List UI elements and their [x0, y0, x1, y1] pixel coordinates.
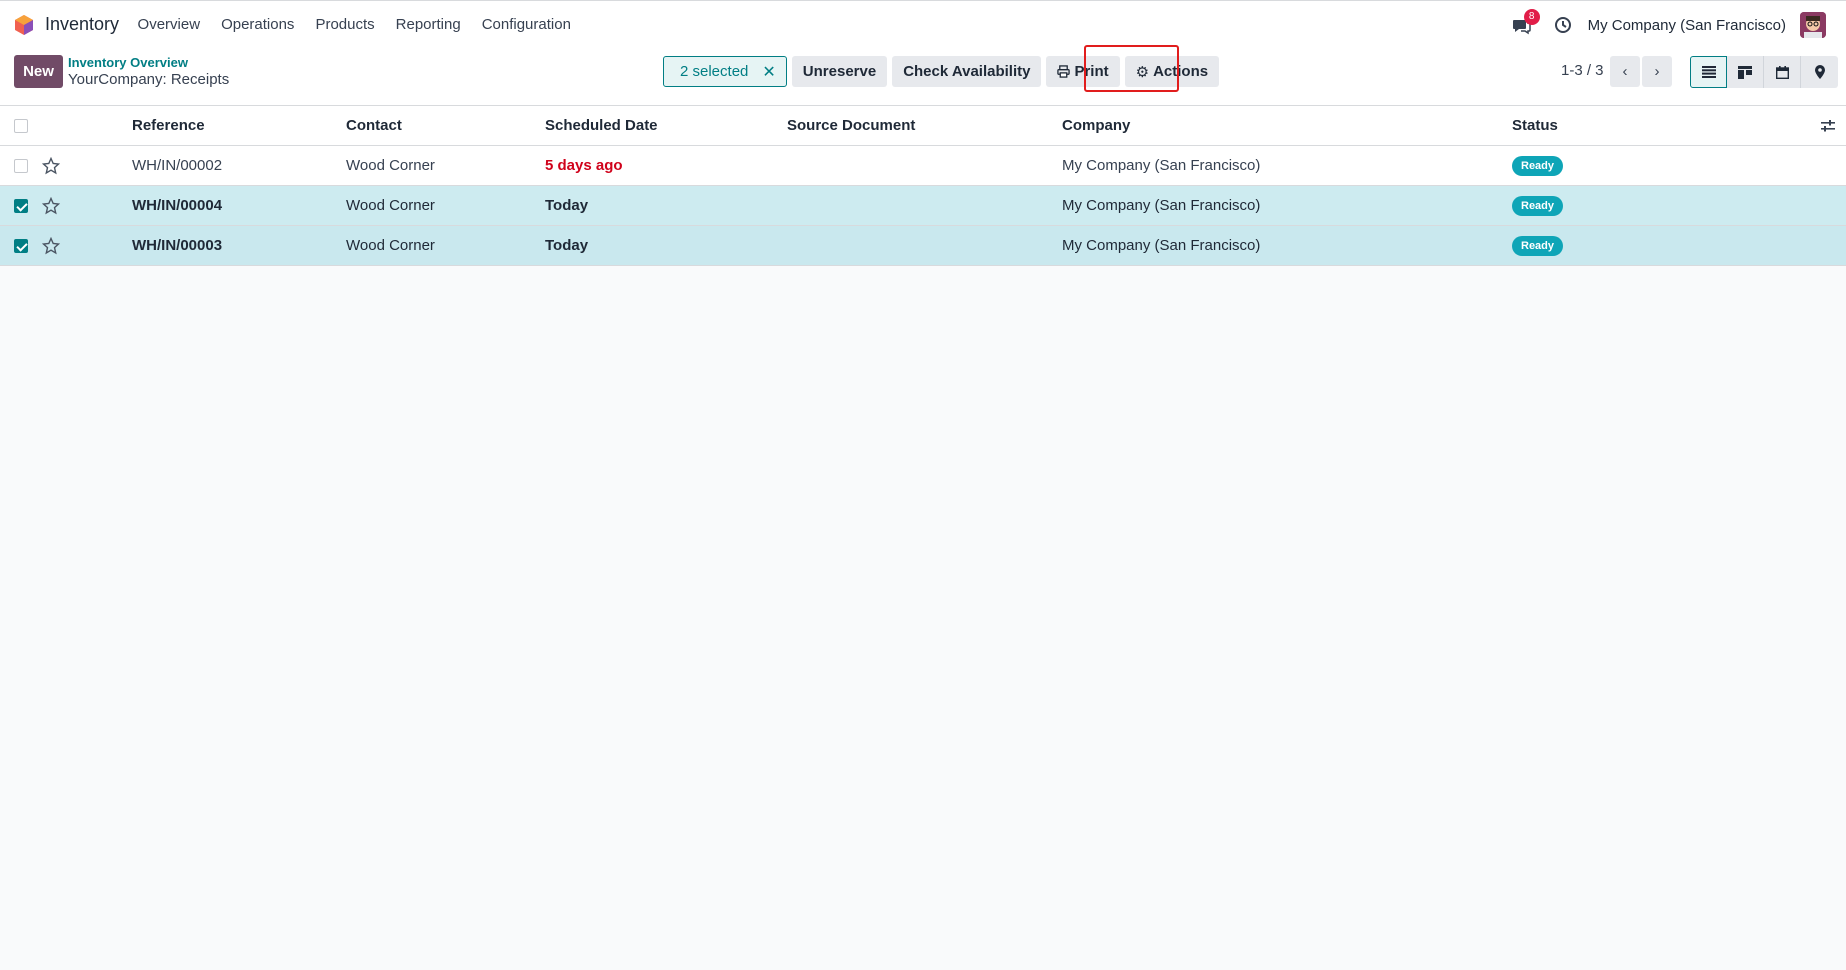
cell-contact: Wood Corner	[346, 157, 435, 174]
menu-reporting[interactable]: Reporting	[385, 16, 471, 33]
table-row[interactable]: WH/IN/00002 Wood Corner 5 days ago My Co…	[0, 146, 1846, 186]
selection-action-group: 2 selected ✕ Unreserve Check Availabilit…	[663, 56, 1220, 87]
top-navbar: Inventory Overview Operations Products R…	[0, 0, 1846, 48]
actions-label: Actions	[1153, 63, 1209, 80]
row-checkbox[interactable]	[14, 239, 28, 253]
unreserve-button[interactable]: Unreserve	[791, 56, 888, 87]
navbar-systray: 8 My Company (San Francisco)	[1512, 1, 1846, 49]
calendar-view-button[interactable]	[1764, 56, 1801, 88]
avatar[interactable]	[1800, 12, 1826, 38]
column-header-scheduled-date[interactable]: Scheduled Date	[545, 117, 658, 134]
company-switcher[interactable]: My Company (San Francisco)	[1588, 17, 1786, 34]
status-badge: Ready	[1512, 156, 1564, 176]
map-view-button[interactable]	[1801, 56, 1838, 88]
app-name[interactable]: Inventory	[45, 14, 119, 35]
column-header-source-document[interactable]: Source Document	[787, 117, 915, 134]
menu-products[interactable]: Products	[305, 16, 385, 33]
star-icon[interactable]	[42, 197, 60, 215]
cell-reference: WH/IN/00002	[132, 157, 223, 174]
check-availability-label: Check Availability	[903, 63, 1031, 80]
kanban-view-button[interactable]	[1727, 56, 1764, 88]
table-row[interactable]: WH/IN/00004 Wood Corner Today My Company…	[0, 186, 1846, 226]
gear-icon: ⚙	[1135, 63, 1150, 81]
column-header-company[interactable]: Company	[1062, 117, 1130, 134]
clock-icon[interactable]	[1554, 16, 1572, 34]
cell-company: My Company (San Francisco)	[1062, 237, 1261, 254]
receipts-list: Reference Contact Scheduled Date Source …	[0, 106, 1846, 266]
cell-reference: WH/IN/00003	[132, 237, 223, 254]
map-view-icon	[1814, 65, 1825, 79]
table-row[interactable]: WH/IN/00003 Wood Corner Today My Company…	[0, 226, 1846, 266]
column-header-reference[interactable]: Reference	[132, 117, 205, 134]
select-all-checkbox[interactable]	[14, 119, 28, 133]
actions-button[interactable]: ⚙ Actions	[1124, 56, 1220, 87]
list-view-button[interactable]	[1690, 56, 1727, 88]
control-panel: New Inventory Overview YourCompany: Rece…	[0, 45, 1846, 106]
unreserve-label: Unreserve	[802, 63, 877, 80]
inventory-app-icon[interactable]	[13, 14, 35, 36]
breadcrumb-parent-link[interactable]: Inventory Overview	[68, 55, 188, 70]
calendar-view-icon	[1775, 65, 1789, 79]
status-badge: Ready	[1512, 236, 1564, 256]
print-label: Print	[1074, 63, 1109, 80]
row-checkbox[interactable]	[14, 199, 28, 213]
cell-company: My Company (San Francisco)	[1062, 197, 1261, 214]
column-header-status[interactable]: Status	[1512, 117, 1558, 134]
breadcrumb-current: YourCompany: Receipts	[68, 71, 230, 88]
star-icon[interactable]	[42, 157, 60, 175]
star-icon[interactable]	[42, 237, 60, 255]
pager-next-button[interactable]: ›	[1642, 56, 1672, 87]
new-button[interactable]: New	[14, 55, 63, 88]
selection-counter[interactable]: 2 selected ✕	[663, 56, 787, 87]
column-header-contact[interactable]: Contact	[346, 117, 402, 134]
menu-configuration[interactable]: Configuration	[471, 16, 581, 33]
table-header: Reference Contact Scheduled Date Source …	[0, 106, 1846, 146]
row-checkbox[interactable]	[14, 159, 28, 173]
cell-contact: Wood Corner	[346, 237, 435, 254]
print-icon	[1057, 65, 1071, 78]
cell-scheduled-date: Today	[545, 197, 589, 214]
optional-columns-icon[interactable]	[1820, 118, 1836, 134]
menu-overview[interactable]: Overview	[127, 16, 211, 33]
status-badge: Ready	[1512, 196, 1564, 216]
menu-operations[interactable]: Operations	[211, 16, 305, 33]
cell-scheduled-date: Today	[545, 237, 589, 254]
cell-company: My Company (San Francisco)	[1062, 157, 1261, 174]
list-view-icon	[1701, 66, 1716, 78]
cell-scheduled-date: 5 days ago	[545, 157, 623, 174]
pager-previous-button[interactable]: ‹	[1610, 56, 1640, 87]
cell-reference: WH/IN/00004	[132, 197, 223, 214]
chevron-right-icon: ›	[1654, 63, 1660, 80]
pager-value[interactable]: 1-3 / 3	[1561, 62, 1604, 79]
cell-contact: Wood Corner	[346, 197, 435, 214]
view-switcher	[1690, 56, 1838, 88]
kanban-view-icon	[1738, 65, 1752, 79]
messages-count-badge: 8	[1523, 9, 1540, 25]
unselect-all-icon[interactable]: ✕	[762, 62, 775, 82]
print-button[interactable]: Print	[1046, 56, 1120, 87]
selected-count-label: 2 selected	[680, 63, 749, 80]
check-availability-button[interactable]: Check Availability	[892, 56, 1042, 87]
user-avatar-icon	[1800, 12, 1826, 38]
messages-button[interactable]: 8	[1512, 9, 1540, 37]
chevron-left-icon: ‹	[1622, 63, 1628, 80]
